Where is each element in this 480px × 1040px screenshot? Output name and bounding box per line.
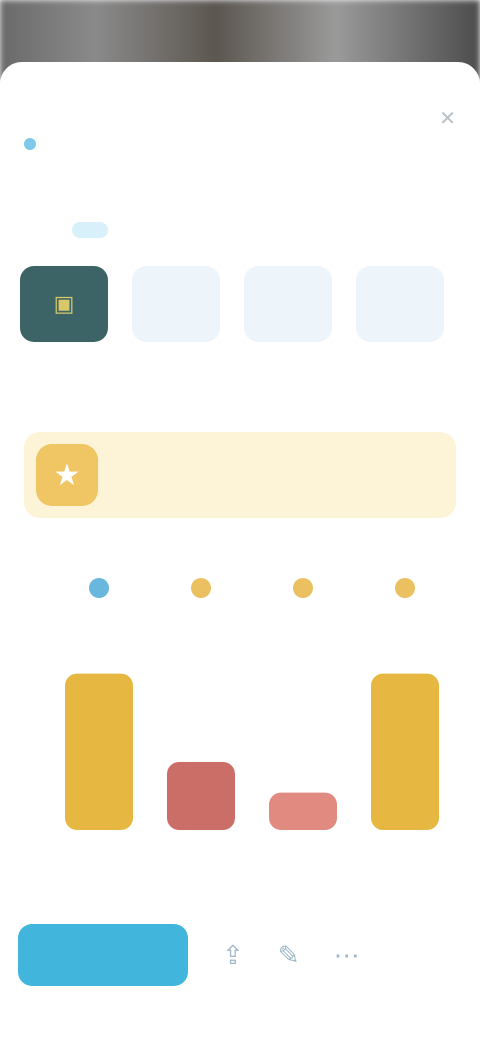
info-dot-icon [24, 138, 36, 150]
close-icon[interactable]: ✕ [439, 106, 456, 131]
thumbnail-row: ▣ [20, 266, 480, 346]
bar-chart [65, 578, 439, 830]
category-marker-2 [293, 578, 313, 598]
tab-3-active[interactable] [72, 222, 108, 238]
category-marker-3 [395, 578, 415, 598]
primary-action-button[interactable] [18, 924, 188, 986]
edit-icon[interactable]: ✎ [278, 940, 300, 971]
sheet-subtitle [24, 138, 44, 150]
bar-0[interactable] [65, 673, 133, 830]
tab-bar [0, 208, 480, 252]
bar-1[interactable] [167, 762, 235, 830]
highlight-banner[interactable]: ★ [24, 432, 456, 518]
thumbnail-folder[interactable]: ▣ [20, 266, 108, 342]
category-marker-0 [89, 578, 109, 598]
bottom-sheet: ✕ ▣ ★ ⇪ ✎ ⋯ [0, 62, 480, 1040]
folder-icon: ▣ [53, 291, 75, 316]
bar-3[interactable] [371, 673, 439, 830]
thumbnail-2[interactable] [132, 266, 220, 342]
category-marker-1 [191, 578, 211, 598]
thumbnail-3[interactable] [244, 266, 332, 342]
thumbnail-4[interactable] [356, 266, 444, 342]
star-icon: ★ [36, 444, 98, 506]
more-icon[interactable]: ⋯ [334, 940, 360, 971]
bar-2[interactable] [269, 792, 337, 830]
bottom-action-bar: ⇪ ✎ ⋯ [18, 920, 468, 990]
share-icon[interactable]: ⇪ [222, 940, 244, 971]
